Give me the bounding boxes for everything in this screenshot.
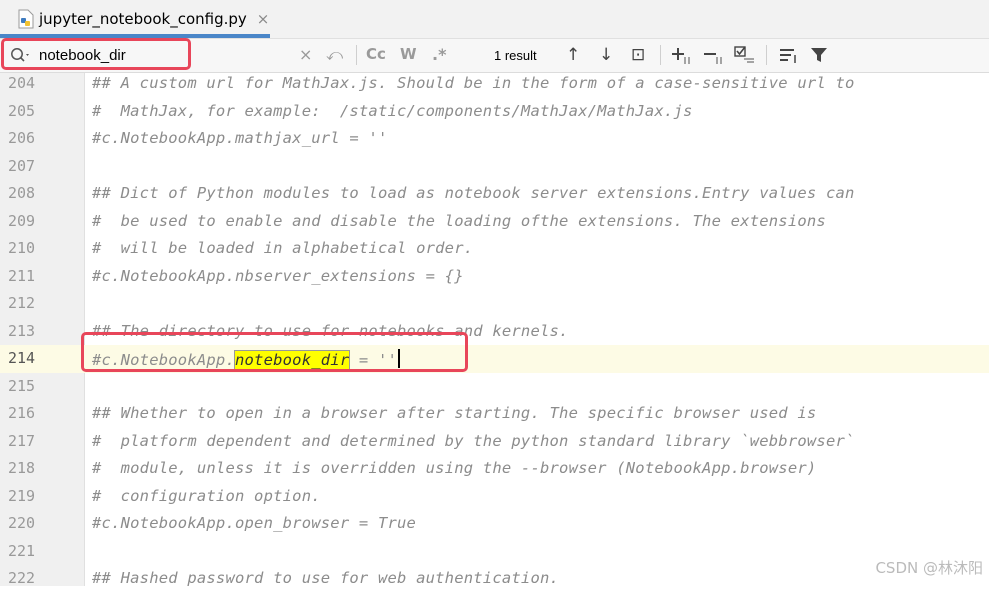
next-occurrence-icon[interactable]: ↓	[599, 45, 613, 65]
line-number: 206	[8, 129, 36, 147]
filter-icon[interactable]	[810, 46, 828, 68]
code-line[interactable]: 220 #c.NotebookApp.open_browser = True	[0, 510, 989, 538]
code-line[interactable]: 216 ## Whether to open in a browser after…	[0, 400, 989, 428]
result-count: 1 result	[494, 48, 537, 63]
line-number: 214	[8, 349, 36, 367]
code-line[interactable]: 205 # MathJax, for example: /static/compo…	[0, 98, 989, 126]
code-line[interactable]: 210 # will be loaded in alphabetical orde…	[0, 235, 989, 263]
line-number: 211	[8, 266, 36, 285]
line-number: 209	[8, 211, 36, 230]
code-text: #c.NotebookApp.mathjax_url = ''	[92, 129, 388, 147]
code-text: ## Whether to open in a browser after st…	[92, 404, 817, 422]
line-number: 213	[8, 321, 36, 340]
line-number: 220	[8, 514, 36, 532]
line-number: 217	[8, 431, 36, 450]
code-line[interactable]: 219 # configuration option.	[0, 483, 989, 511]
code-text: ## Hashed password to use for web authen…	[92, 569, 560, 587]
code-line[interactable]: 204 ## A custom url for MathJax.js. Shoul…	[0, 70, 989, 98]
code-line[interactable]: 221	[0, 538, 989, 566]
code-text: #c.NotebookApp.nbserver_extensions = {}	[92, 266, 464, 285]
tab-filename: jupyter_notebook_config.py	[39, 10, 247, 28]
line-number: 205	[8, 101, 36, 120]
code-text: # module, unless it is overridden using …	[92, 459, 817, 477]
close-tab-icon[interactable]: ×	[257, 10, 270, 28]
line-number: 221	[8, 541, 36, 560]
watermark: CSDN @林沐阳	[875, 559, 983, 577]
match-case-button[interactable]: Cc	[366, 45, 386, 63]
file-tab[interactable]: jupyter_notebook_config.py ×	[0, 0, 270, 38]
code-text: # configuration option.	[92, 486, 321, 505]
code-text: ## A custom url for MathJax.js. Should b…	[92, 74, 855, 92]
line-number: 208	[8, 184, 36, 202]
code-line[interactable]: 212	[0, 290, 989, 318]
clear-search-icon[interactable]: ×	[299, 45, 312, 64]
regex-button[interactable]: .*	[432, 45, 446, 64]
code-line[interactable]: 207	[0, 153, 989, 181]
line-number: 207	[8, 156, 36, 175]
previous-occurrence-icon[interactable]: ↑	[566, 45, 580, 65]
line-number: 204	[8, 74, 36, 92]
code-line[interactable]: 209 # be used to enable and disable the l…	[0, 208, 989, 236]
search-highlight-box	[1, 38, 191, 70]
filter-options-icon[interactable]	[779, 47, 799, 69]
add-occurrence-icon[interactable]	[671, 47, 693, 69]
code-line[interactable]: 215	[0, 373, 989, 401]
toolbar-separator	[766, 45, 767, 65]
line-number: 219	[8, 486, 36, 505]
python-file-icon	[17, 9, 35, 29]
line-number: 215	[8, 376, 36, 395]
code-text: # MathJax, for example: /static/componen…	[92, 101, 693, 120]
code-text: # will be loaded in alphabetical order.	[92, 239, 474, 257]
line-number: 212	[8, 294, 36, 312]
line-number: 218	[8, 459, 36, 477]
whole-words-button[interactable]: W	[400, 45, 417, 63]
code-text: # be used to enable and disable the load…	[92, 211, 826, 230]
code-text: # platform dependent and determined by t…	[92, 431, 855, 450]
remove-occurrence-icon[interactable]	[703, 47, 725, 69]
code-line[interactable]: 208 ## Dict of Python modules to load as …	[0, 180, 989, 208]
code-line[interactable]: 222 ## Hashed password to use for web aut…	[0, 565, 989, 593]
editor-tab-bar: jupyter_notebook_config.py ×	[0, 0, 989, 39]
select-all-matches-icon[interactable]	[734, 45, 756, 69]
toolbar-separator	[356, 45, 357, 65]
code-line[interactable]: 206 #c.NotebookApp.mathjax_url = ''	[0, 125, 989, 153]
line-number: 222	[8, 569, 36, 587]
line-number: 210	[8, 239, 36, 257]
code-line[interactable]: 218 # module, unless it is overridden usi…	[0, 455, 989, 483]
code-text: #c.NotebookApp.open_browser = True	[92, 514, 417, 532]
search-history-icon[interactable]: ⤺	[326, 45, 343, 65]
code-text: ## Dict of Python modules to load as not…	[92, 184, 855, 202]
line-number: 216	[8, 404, 36, 422]
select-all-occurrences-icon[interactable]: ⊡	[631, 45, 645, 65]
toolbar-separator	[660, 45, 661, 65]
code-highlight-box	[81, 332, 468, 372]
code-line[interactable]: 211 #c.NotebookApp.nbserver_extensions = …	[0, 263, 989, 291]
code-editor[interactable]: 204 ## A custom url for MathJax.js. Shoul…	[0, 70, 989, 587]
code-line[interactable]: 217 # platform dependent and determined b…	[0, 428, 989, 456]
